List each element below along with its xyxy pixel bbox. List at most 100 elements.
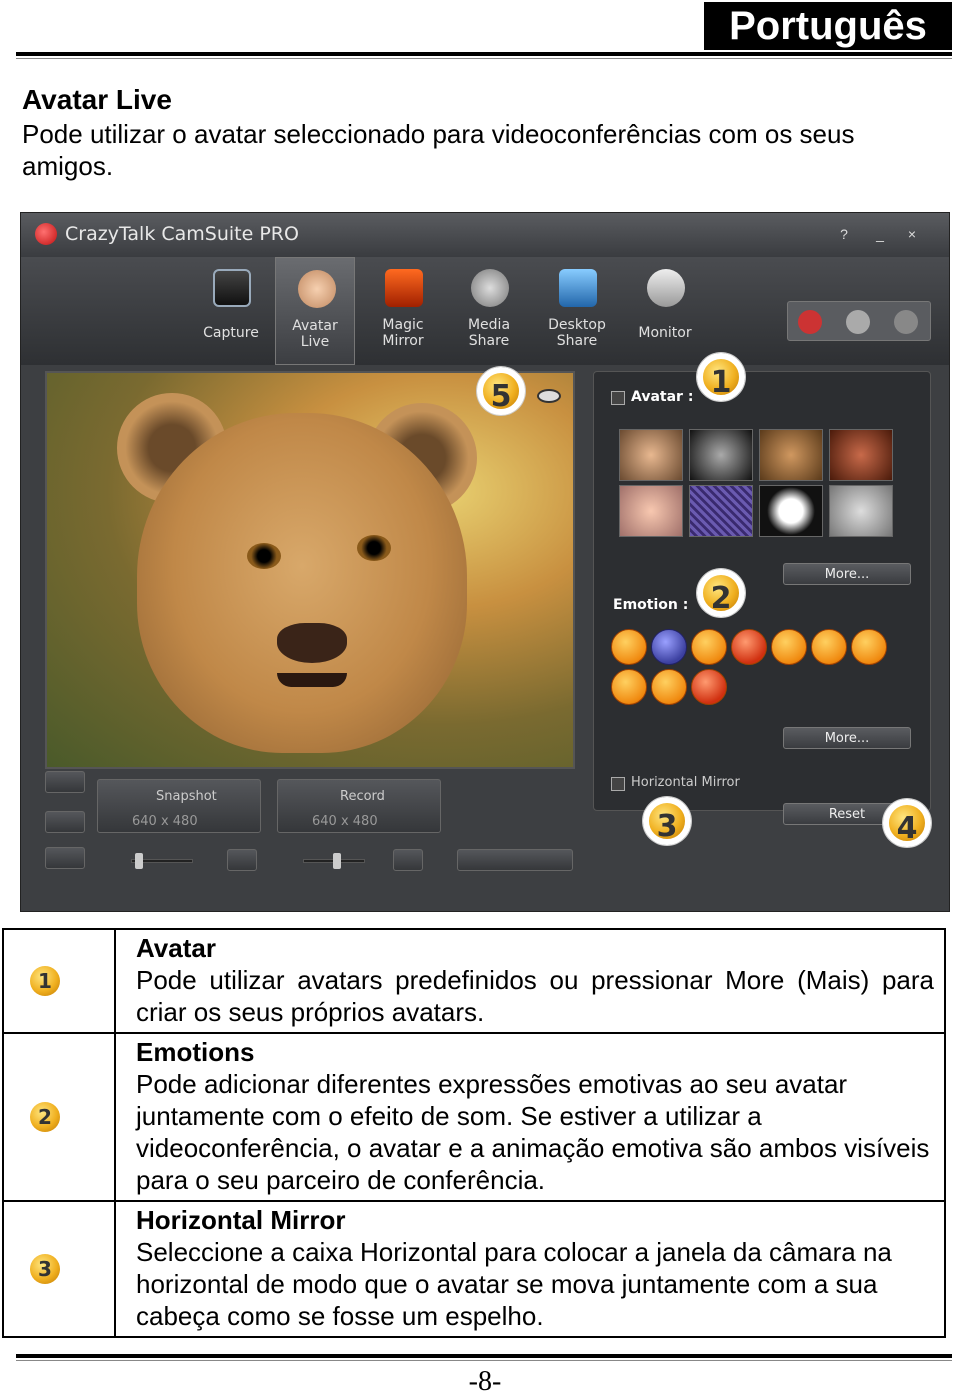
settings-group (787, 301, 931, 341)
emotion-icon[interactable] (811, 629, 847, 665)
close-button[interactable]: × (903, 225, 921, 243)
avatar-checkbox[interactable] (611, 391, 625, 405)
table-icon-cell: 2 (2, 1032, 116, 1202)
avatar-thumb-2[interactable] (689, 429, 753, 481)
snapshot-size: 640 x 480 (132, 814, 198, 829)
page-number: -8- (468, 1366, 502, 1397)
toolbar-label: Media Share (467, 317, 511, 349)
row-body: Seleccione a caixa Horizontal para coloc… (136, 1237, 892, 1331)
footer-rule-thin (16, 1360, 952, 1361)
section-description: Pode utilizar o avatar seleccionado para… (22, 119, 855, 181)
toolbar-label: Monitor (638, 325, 692, 341)
emotion-icon[interactable] (771, 629, 807, 665)
toolbar-label: Magic Mirror (382, 317, 424, 349)
toolbar-label: Avatar Live (292, 318, 338, 350)
header-rule (16, 52, 952, 56)
footer-rule (16, 1354, 952, 1358)
emotion-more-button[interactable]: More... (783, 727, 911, 749)
language-tab: Português (704, 2, 952, 50)
callout-badge-4: 4 (883, 799, 931, 847)
music-slider-knob[interactable] (333, 853, 341, 869)
toolbar-capture[interactable]: Capture (191, 257, 271, 365)
emotion-icon[interactable] (651, 669, 687, 705)
table-icon-cell: 1 (2, 928, 116, 1034)
lion-nose (277, 623, 347, 663)
section-title: Avatar Live (22, 84, 172, 115)
avatar-thumb-7[interactable] (759, 485, 823, 537)
avatar-thumb-4[interactable] (829, 429, 893, 481)
emotion-icon[interactable] (651, 629, 687, 665)
snapshot-button[interactable]: Snapshot 640 x 480 (97, 779, 261, 833)
toolbar-monitor[interactable]: Monitor (625, 257, 705, 365)
toolbar-media-share[interactable]: Media Share (449, 257, 529, 365)
toolbar-desktop-share[interactable]: Desktop Share (537, 257, 617, 365)
toolbar-label: Desktop Share (548, 317, 606, 349)
help-button[interactable]: ? (835, 225, 853, 243)
mask-icon (385, 269, 423, 307)
lion-eye-left (247, 543, 281, 569)
video-preview (45, 371, 575, 769)
app-window-screenshot: CrazyTalk CamSuite PRO ? _ × Capture Ava… (20, 212, 950, 912)
avatar-thumb-8[interactable] (829, 485, 893, 537)
number-1-icon: 1 (30, 966, 60, 996)
record-label: Record (340, 789, 385, 804)
snapshot-label: Snapshot (156, 789, 217, 804)
avatar-thumb-1[interactable] (619, 429, 683, 481)
lion-mouth (277, 673, 347, 687)
callout-badge-1: 1 (697, 353, 745, 401)
desktop-icon (559, 269, 597, 307)
horizontal-mirror-checkbox[interactable] (611, 777, 625, 791)
speaker-button[interactable] (227, 849, 257, 871)
emotion-icon[interactable] (691, 629, 727, 665)
table-text-cell: Emotions Pode adicionar diferentes expre… (114, 1032, 946, 1202)
webcam-settings-icon[interactable] (894, 310, 918, 334)
avatar-label: Avatar : (631, 389, 694, 405)
avatar-thumb-6[interactable] (689, 485, 753, 537)
volume-slider-knob[interactable] (135, 853, 143, 869)
row-body: Pode utilizar avatars predefinidos ou pr… (136, 965, 934, 1027)
record-button[interactable]: Record 640 x 480 (277, 779, 441, 833)
avatar-more-button[interactable]: More... (783, 563, 911, 585)
table-row: 2 Emotions Pode adicionar diferentes exp… (2, 1032, 946, 1202)
film-reel-icon (471, 269, 509, 307)
media-button[interactable] (45, 847, 85, 869)
speaker-toggle-button[interactable] (45, 771, 85, 793)
callout-badge-5: 5 (477, 367, 525, 415)
play-bar[interactable] (457, 849, 573, 871)
gear-icon[interactable] (846, 310, 870, 334)
row-title: Emotions (136, 1037, 255, 1067)
record-size: 640 x 480 (312, 814, 378, 829)
equalizer-button[interactable] (393, 849, 423, 871)
table-text-cell: Horizontal Mirror Seleccione a caixa Hor… (114, 1200, 946, 1338)
callout-badge-3: 3 (643, 797, 691, 845)
edit-button[interactable] (45, 811, 85, 833)
toolbar-label: Capture (203, 325, 259, 341)
table-row: 1 Avatar Pode utilizar avatars predefini… (2, 928, 946, 1034)
emotion-icon[interactable] (691, 669, 727, 705)
table-icon-cell: 3 (2, 1200, 116, 1338)
emotion-icon[interactable] (851, 629, 887, 665)
camera-icon (213, 269, 251, 307)
main-toolbar: Capture Avatar Live Magic Mirror Media S… (21, 257, 949, 365)
callout-badge-2: 2 (697, 569, 745, 617)
avatar-thumb-3[interactable] (759, 429, 823, 481)
avatar-thumb-5[interactable] (619, 485, 683, 537)
emotion-icon[interactable] (731, 629, 767, 665)
app-title: CrazyTalk CamSuite PRO (65, 223, 299, 245)
no-camera-icon[interactable] (798, 310, 822, 334)
eye-icon[interactable] (537, 389, 561, 403)
table-text-cell: Avatar Pode utilizar avatars predefinido… (114, 928, 946, 1034)
toolbar-avatar-live[interactable]: Avatar Live (275, 257, 355, 365)
number-2-icon: 2 (30, 1102, 60, 1132)
lion-avatar-image (137, 413, 467, 753)
lion-eye-right (357, 535, 391, 561)
header-rule-thin (16, 58, 952, 59)
horizontal-mirror-label: Horizontal Mirror (631, 775, 740, 790)
avatar-face-icon (298, 270, 336, 308)
row-body: Pode adicionar diferentes expressões emo… (136, 1069, 930, 1195)
emotion-icon[interactable] (611, 669, 647, 705)
toolbar-magic-mirror[interactable]: Magic Mirror (363, 257, 443, 365)
emotion-icon[interactable] (611, 629, 647, 665)
minimize-button[interactable]: _ (871, 225, 889, 243)
row-title: Horizontal Mirror (136, 1205, 346, 1235)
